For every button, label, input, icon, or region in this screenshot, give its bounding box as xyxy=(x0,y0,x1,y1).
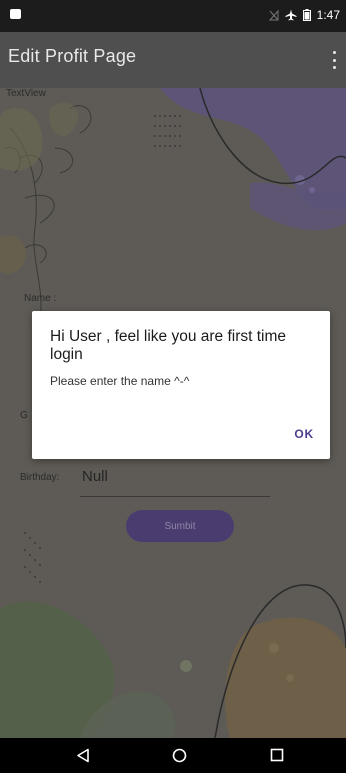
dialog-title: Hi User , feel like you are first time l… xyxy=(50,328,287,363)
recents-icon[interactable] xyxy=(270,748,284,762)
battery-icon xyxy=(302,9,311,21)
home-icon[interactable] xyxy=(172,748,187,763)
name-label: Name : xyxy=(24,293,57,304)
page-title: Edit Profit Page xyxy=(8,46,137,66)
birthday-label: Birthday: xyxy=(20,472,60,483)
ok-button[interactable]: OK xyxy=(294,427,314,441)
status-icons: 1:47 xyxy=(268,8,340,22)
app-bar: Edit Profit Page xyxy=(0,32,346,88)
back-icon[interactable] xyxy=(76,748,90,763)
airplane-mode-icon xyxy=(285,9,297,21)
gender-label: G xyxy=(20,410,28,421)
textview-label: TextView xyxy=(6,88,46,99)
birthday-underline xyxy=(80,496,270,497)
status-bar: 1:47 xyxy=(0,0,346,32)
status-time: 1:47 xyxy=(316,8,340,22)
navigation-bar xyxy=(0,738,346,773)
birthday-field[interactable]: Null xyxy=(82,468,108,485)
first-login-dialog: Hi User , feel like you are first time l… xyxy=(32,311,330,459)
overflow-menu-icon[interactable] xyxy=(332,51,336,69)
submit-button[interactable]: Sumbit xyxy=(126,510,234,542)
no-signal-icon xyxy=(268,9,279,21)
dialog-message: Please enter the name ^-^ xyxy=(50,374,190,388)
sim-card-icon xyxy=(10,9,21,19)
